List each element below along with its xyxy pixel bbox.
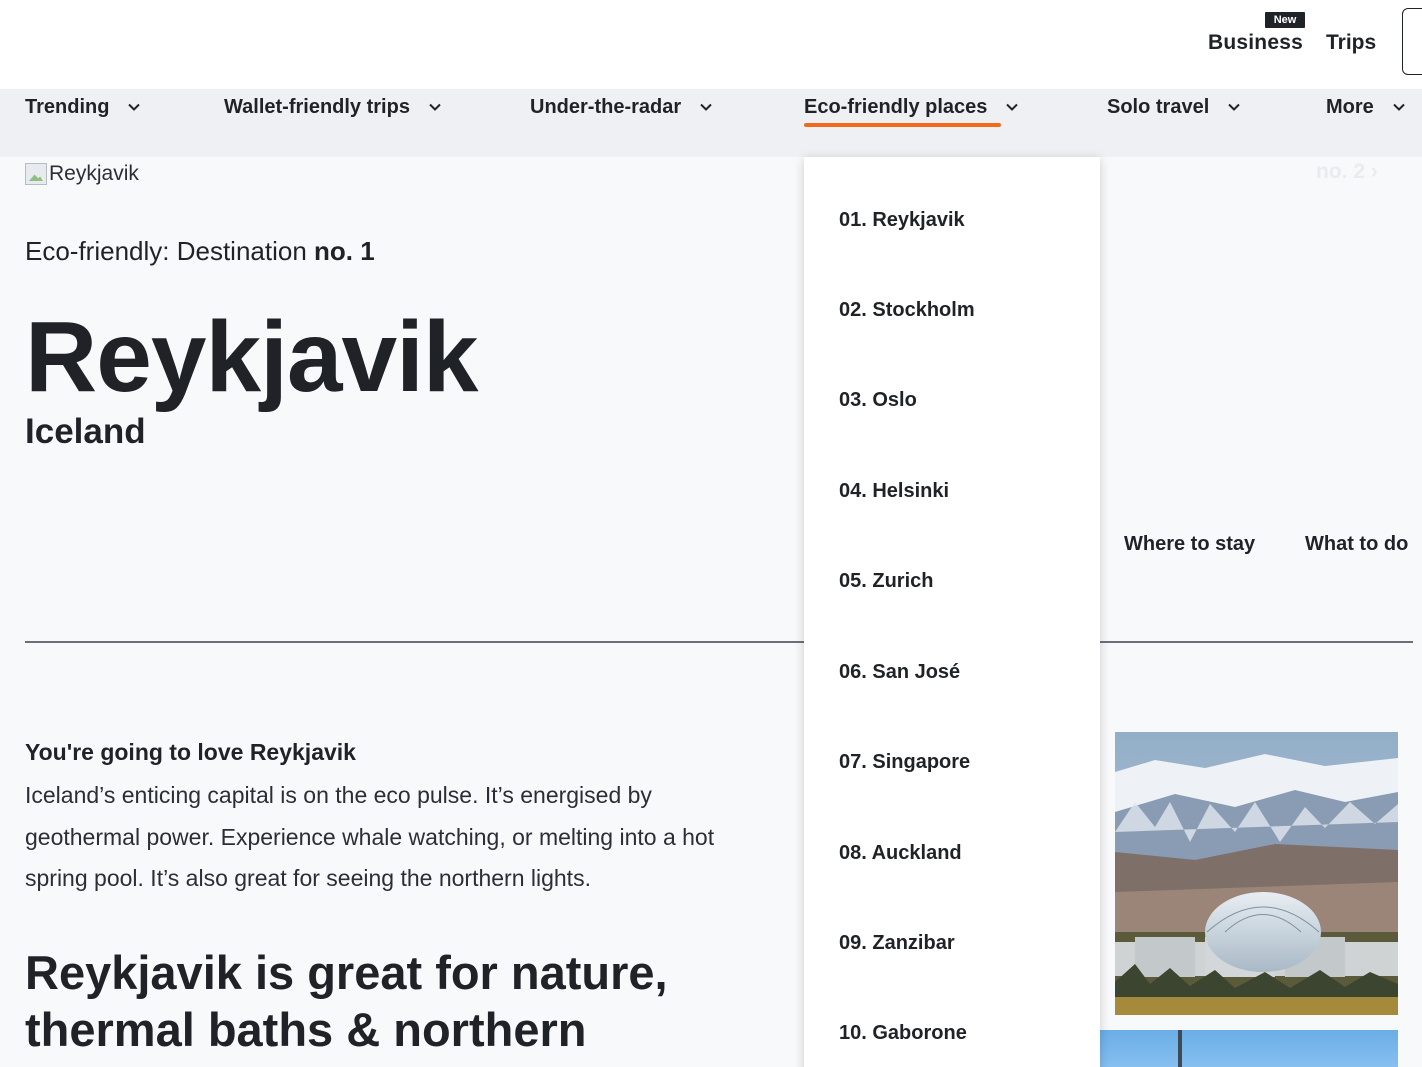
chevron-down-icon [1393, 103, 1405, 111]
dropdown-item[interactable]: 01. Reykjavik [839, 209, 965, 232]
dropdown-item[interactable]: 04. Helsinki [839, 480, 949, 503]
next-destination-label: no. 2 [1316, 160, 1366, 183]
dropdown-item[interactable]: 07. Singapore [839, 751, 970, 774]
dropdown-item[interactable]: 06. San José [839, 661, 960, 684]
dropdown-item[interactable]: 08. Auckland [839, 842, 962, 865]
top-header: New Business Trips [0, 0, 1422, 89]
nav-item-label: Trending [25, 95, 110, 118]
hero-image: Reykjavik [25, 159, 139, 189]
nav-item-label: Wallet-friendly trips [224, 95, 410, 118]
tab-where-to-stay[interactable]: Where to stay [1124, 533, 1255, 556]
destination-photo [1115, 732, 1398, 1015]
intro-title: You're going to love Reykjavik [25, 739, 356, 765]
nav-item-wallet-friendly[interactable]: Wallet-friendly trips [224, 92, 442, 122]
active-tab-indicator [804, 123, 1001, 127]
section-divider [25, 641, 1413, 643]
intro-body: Iceland’s enticing capital is on the eco… [25, 782, 715, 891]
country-subtitle: Iceland [25, 412, 146, 451]
section-heading: Reykjavik is great for nature, thermal b… [25, 946, 668, 1056]
geothermal-dome-photo [1115, 732, 1398, 1015]
account-button[interactable] [1402, 8, 1422, 75]
dropdown-item[interactable]: 02. Stockholm [839, 299, 975, 322]
nav-item-solo-travel[interactable]: Solo travel [1107, 92, 1241, 122]
chevron-down-icon [1006, 103, 1019, 111]
chevron-right-icon: › [1370, 160, 1378, 183]
destination-kicker: Eco-friendly: Destination no. 1 [25, 236, 375, 267]
nav-item-eco-friendly[interactable]: Eco-friendly places [804, 92, 1019, 122]
dropdown-item[interactable]: 10. Gaborone [839, 1022, 967, 1045]
photo-mast [1178, 1030, 1182, 1067]
chevron-down-icon [429, 103, 441, 111]
nav-item-label: Under-the-radar [530, 95, 682, 118]
nav-item-under-the-radar[interactable]: Under-the-radar [530, 92, 713, 122]
nav-item-label: Solo travel [1107, 95, 1210, 118]
trips-link[interactable]: Trips [1326, 31, 1376, 55]
kicker-prefix: Eco-friendly: Destination [25, 236, 315, 266]
chevron-down-icon [700, 103, 712, 111]
broken-image-icon [25, 163, 47, 185]
eco-friendly-dropdown: 01. Reykjavik 02. Stockholm 03. Oslo 04.… [804, 157, 1100, 1067]
nav-item-more[interactable]: More [1326, 92, 1406, 122]
page-title: Reykjavik [25, 301, 478, 413]
secondary-photo [1100, 1030, 1398, 1067]
nav-item-trending[interactable]: Trending [25, 92, 141, 122]
kicker-number: no. 1 [314, 236, 375, 266]
tab-what-to-do[interactable]: What to do [1305, 533, 1408, 556]
chevron-down-icon [1228, 103, 1240, 111]
dropdown-item[interactable]: 05. Zurich [839, 570, 933, 593]
next-destination-link[interactable]: no. 2 › [1316, 160, 1378, 184]
new-badge: New [1265, 12, 1305, 28]
nav-item-label: Eco-friendly places [804, 95, 988, 118]
hero-image-alt: Reykjavik [49, 162, 139, 185]
business-label[interactable]: Business [1208, 31, 1303, 55]
dropdown-item[interactable]: 09. Zanzibar [839, 932, 955, 955]
category-nav: Trending Wallet-friendly trips Under-the… [0, 89, 1422, 157]
nav-item-label: More [1326, 95, 1374, 118]
dropdown-item[interactable]: 03. Oslo [839, 389, 917, 412]
chevron-down-icon [128, 103, 141, 111]
